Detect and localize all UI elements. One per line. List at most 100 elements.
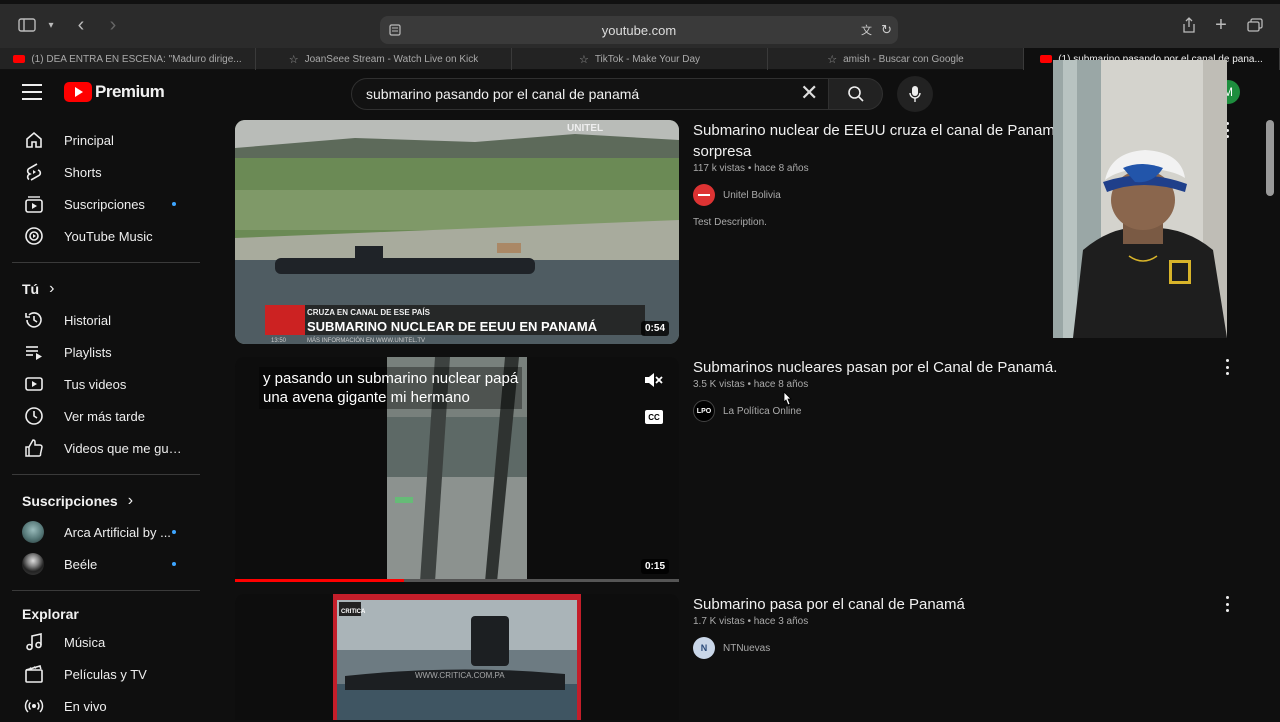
sidebar-item-historial[interactable]: Historial [12,304,200,336]
shorts-icon [22,160,46,184]
voice-search-button[interactable] [897,76,933,112]
thumbnail-watermark: WWW.CRITICA.COM.PA [415,671,505,680]
page-scrollbar[interactable] [1266,120,1274,196]
channel-avatar [22,521,44,543]
sidebar-item-youtube-music[interactable]: YouTube Music [12,220,200,252]
youtube-play-icon [64,82,92,102]
clear-search-icon[interactable]: ✕ [800,82,824,106]
browser-tab[interactable]: ☆ amish - Buscar con Google [768,48,1024,70]
address-bar[interactable]: youtube.com 文 ↻ [380,16,898,44]
sidebar-item-principal[interactable]: Principal [12,124,200,156]
channel-avatar: N [693,637,715,659]
translate-icon[interactable]: 文 [861,22,872,38]
sidebar-item-peliculas-tv[interactable]: Películas y TV [12,658,200,690]
sidebar-sub-arca-artificial[interactable]: Arca Artificial by ... [12,516,200,548]
sidebar-item-liked-videos[interactable]: Videos que me gus... [12,432,200,464]
sidebar-item-playlists[interactable]: Playlists [12,336,200,368]
video-meta: 117 k vistas • hace 8 años [693,163,809,174]
sidebar-toggle-icon[interactable] [16,14,38,36]
history-icon [22,308,46,332]
thumbs-up-icon [22,436,46,460]
video-title[interactable]: Submarino nuclear de EEUU cruza el canal… [693,120,1093,162]
home-icon [22,128,46,152]
thumbnail-image: UNITEL CRUZA EN CANAL DE ESE PAÍS SUBMAR… [235,120,679,344]
sidebar-subscriptions-heading[interactable]: Suscripciones › [22,492,133,510]
sidebar: Principal Shorts Suscripciones YouTube M… [0,116,212,720]
webcam-person-image [1053,60,1227,338]
sidebar-item-ver-mas-tarde[interactable]: Ver más tarde [12,400,200,432]
video-preview-player[interactable]: y pasando un submarino nuclear papá una … [235,357,679,582]
star-icon: ☆ [578,53,589,66]
thumbnail-brand: CRITICA [341,609,366,615]
new-content-dot [172,202,176,206]
playlists-icon [22,340,46,364]
youtube-icon [1040,55,1053,63]
channel-link[interactable]: Unitel Bolivia [693,184,781,206]
video-thumbnail[interactable]: CRITICA WWW.CRITICA.COM.PA [235,594,679,720]
new-tab-icon[interactable]: + [1210,14,1232,36]
hamburger-menu-icon[interactable] [22,84,42,100]
video-title[interactable]: Submarinos nucleares pasan por el Canal … [693,357,1093,378]
share-icon[interactable] [1178,14,1200,36]
page-icon [388,23,402,40]
forward-icon[interactable]: › [102,14,124,36]
tab-overview-icon[interactable] [1244,14,1266,36]
video-title[interactable]: Submarino pasa por el canal de Panamá [693,594,1093,615]
music-note-icon [22,630,46,654]
browser-tab[interactable]: ☆ TikTok - Make Your Day [512,48,768,70]
video-duration: 0:54 [640,321,669,336]
sidebar-item-shorts[interactable]: Shorts [12,156,200,188]
sidebar-sub-beele[interactable]: Beéle [12,548,200,580]
thumbnail-caption-top: CRUZA EN CANAL DE ESE PAÍS [307,308,431,317]
new-content-dot [172,562,176,566]
microphone-icon [909,86,921,102]
search-input[interactable]: submarino pasando por el canal de panamá [351,78,829,110]
new-content-dot [172,530,176,534]
sidebar-you-heading[interactable]: Tú › [22,280,54,298]
video-duration: 0:15 [640,559,669,574]
browser-toolbar: ▾ ‹ › youtube.com 文 ↻ + [0,0,1280,48]
more-options-icon[interactable] [1221,359,1233,375]
music-circle-icon [22,224,46,248]
url-text: youtube.com [601,22,677,38]
sidebar-explore-heading: Explorar [22,606,79,622]
sidebar-divider [12,474,200,475]
sidebar-item-musica[interactable]: Música [12,626,200,658]
search-icon [847,86,864,102]
film-icon [22,662,46,686]
sidebar-item-suscripciones[interactable]: Suscripciones [12,188,200,220]
youtube-logo[interactable]: Premium [64,82,165,102]
video-description: Test Description. [693,217,767,228]
webcam-overlay [1053,60,1227,338]
logo-text: Premium [95,82,165,101]
playback-progress-track[interactable] [235,579,679,582]
reload-icon[interactable]: ↻ [881,22,892,38]
video-meta: 1.7 K vistas • hace 3 años [693,616,809,627]
thumbnail-clock: 13:50 [271,338,287,344]
sidebar-divider [12,262,200,263]
channel-avatar [693,184,715,206]
mute-icon[interactable] [643,371,665,389]
star-icon: ☆ [827,53,838,66]
video-subtitle: y pasando un submarino nuclear papá una … [259,367,523,409]
sidebar-divider [12,590,200,591]
playback-progress-fill [235,579,404,582]
browser-tab[interactable]: ☆ JoanSeee Stream - Watch Live on Kick [256,48,512,70]
sidebar-item-en-vivo[interactable]: En vivo [12,690,200,722]
chevron-down-icon[interactable]: ▾ [40,14,62,36]
live-icon [22,694,46,718]
star-icon: ☆ [288,53,299,66]
youtube-icon [13,55,26,63]
channel-link[interactable]: N NTNuevas [693,637,770,659]
browser-tab[interactable]: (1) DEA ENTRA EN ESCENA: "Maduro dirige.… [0,48,256,70]
sidebar-item-tus-videos[interactable]: Tus videos [12,368,200,400]
video-thumbnail[interactable]: UNITEL CRUZA EN CANAL DE ESE PAÍS SUBMAR… [235,120,679,344]
clock-icon [22,404,46,428]
captions-button[interactable]: CC [645,410,663,424]
more-options-icon[interactable] [1221,596,1233,612]
back-icon[interactable]: ‹ [70,14,92,36]
your-videos-icon [22,372,46,396]
thumbnail-caption: SUBMARINO NUCLEAR DE EEUU EN PANAMÁ [307,319,598,334]
search-button[interactable] [828,78,883,110]
chevron-right-icon: › [127,492,134,509]
